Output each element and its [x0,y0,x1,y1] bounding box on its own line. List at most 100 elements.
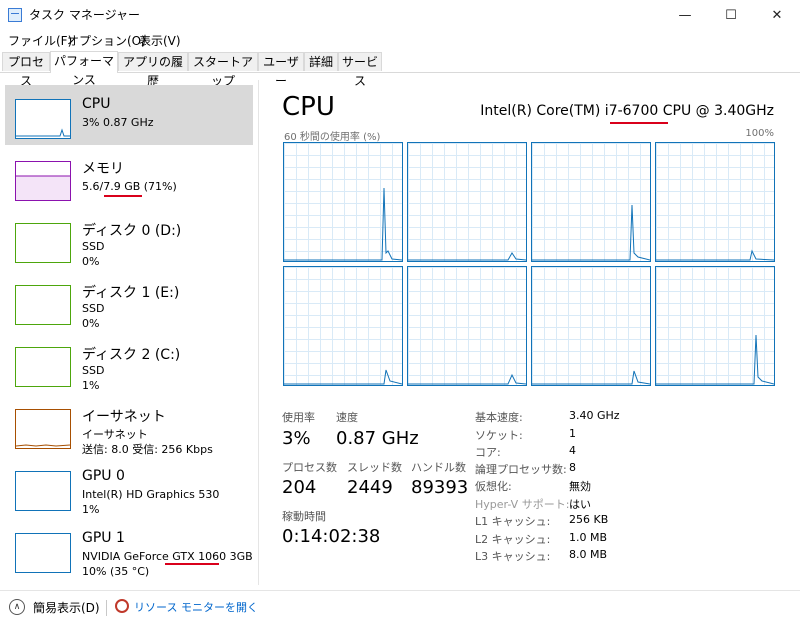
sidebar-item-detail: 3% 0.87 GHz [82,116,154,129]
cpu-usage-line [532,370,650,385]
sidebar-item-disk0[interactable]: ディスク 0 (D:) SSD 0% [5,209,253,269]
spec-cores-label: コア: [475,446,501,459]
menu-options[interactable]: オプション(O) [67,32,146,49]
tab-services[interactable]: サービス [338,52,382,88]
sidebar-item-detail-2: 0% [82,317,100,330]
sidebar-item-gpu0[interactable]: GPU 0 Intel(R) HD Graphics 530 1% [5,457,253,517]
spec-logical-processors-label: 論理プロセッサ数: [475,463,567,476]
close-button[interactable]: ✕ [754,0,800,30]
spec-l2-label: L2 キャッシュ: [475,533,551,546]
ethernet-mini-line [15,444,71,447]
cpu-graph-cell [407,142,527,262]
spec-l2-value: 1.0 MB [569,531,608,544]
menu-file[interactable]: ファイル(F) [8,32,72,49]
sidebar-item-detail-2: 1% [82,503,100,516]
tab-processes[interactable]: プロセス [2,52,50,88]
sidebar-item-disk2[interactable]: ディスク 2 (C:) SSD 1% [5,333,253,393]
chevron-up-icon[interactable]: ∧ [9,599,25,615]
sidebar-item-detail: SSD [82,240,105,253]
usage-label: 使用率 [282,411,315,424]
spec-l3-label: L3 キャッシュ: [475,550,551,563]
cpu-usage-line [532,204,650,261]
spec-cores-value: 4 [569,444,576,457]
maximize-button[interactable]: ☐ [708,0,754,30]
cpu-usage-line [408,252,526,261]
speed-value: 0.87 GHz [336,428,419,449]
process-count-value: 204 [282,477,317,498]
logical-processor-graphs [283,142,776,390]
handle-count-label: ハンドル数 [411,461,466,474]
memory-mini-graph [15,161,71,201]
cpu-mini-line [16,128,70,137]
minimize-button[interactable]: — [662,0,708,30]
cpu-usage-line [656,334,774,385]
tab-performance[interactable]: パフォーマンス [50,51,118,87]
cpu-graph-cell [283,266,403,386]
tab-startup[interactable]: スタートアップ [188,52,258,88]
speed-label: 速度 [336,411,358,424]
sidebar-item-label: CPU [82,96,111,112]
sidebar-item-detail-2: 送信: 8.0 受信: 256 Kbps [82,443,213,456]
sidebar-item-detail: NVIDIA GeForce GTX 1060 3GB [82,550,253,563]
sidebar-item-memory[interactable]: メモリ 5.6/7.9 GB (71%) [5,147,253,207]
tab-users[interactable]: ユーザー [258,52,304,88]
sidebar-item-label: ディスク 0 (D:) [82,223,182,239]
disk-mini-graph [15,285,71,325]
task-manager-icon [8,8,22,22]
tab-details[interactable]: 詳細 [304,52,338,71]
sidebar-item-detail: イーサネット [82,428,148,441]
cpu-usage-line [408,373,526,385]
fewer-details-link[interactable]: 簡易表示(D) [33,599,100,616]
page-title: CPU [282,92,335,122]
spec-base-speed-value: 3.40 GHz [569,409,620,422]
footer-separator [106,600,107,616]
cpu-graph-cell [531,142,651,262]
sidebar-item-detail: Intel(R) HD Graphics 530 [82,488,220,501]
disk-mini-graph [15,347,71,387]
spec-l3-value: 8.0 MB [569,548,608,561]
sidebar-item-detail: 5.6/7.9 GB (71%) [82,180,177,193]
footer-bar: ∧ 簡易表示(D) リソース モニターを開く [0,590,800,631]
tab-bar: プロセス パフォーマンス アプリの履歴 スタートアップ ユーザー 詳細 サービス [0,51,800,88]
sidebar-item-label: メモリ [82,161,124,177]
sidebar-item-label: ディスク 1 (E:) [82,285,180,301]
usage-value: 3% [282,428,311,449]
cpu-usage-line [284,369,402,385]
sidebar-item-disk1[interactable]: ディスク 1 (E:) SSD 0% [5,271,253,331]
gpu-mini-graph [15,533,71,573]
cpu-graph-cell [283,142,403,262]
sidebar-item-gpu1[interactable]: GPU 1 NVIDIA GeForce GTX 1060 3GB 10% (3… [5,519,253,579]
sidebar-item-cpu[interactable]: CPU 3% 0.87 GHz [5,85,253,145]
sidebar-item-ethernet[interactable]: イーサネット イーサネット 送信: 8.0 受信: 256 Kbps [5,395,253,456]
ethernet-mini-graph [15,409,71,449]
cpu-graph-cell [655,266,775,386]
tab-app-history[interactable]: アプリの履歴 [118,52,188,88]
spec-sockets-value: 1 [569,427,576,440]
cpu-graph-cell [531,266,651,386]
spec-logical-processors-value: 8 [569,461,576,474]
resource-monitor-icon[interactable] [115,599,129,613]
sidebar-item-label: GPU 1 [82,530,125,546]
red-underline [610,122,668,124]
thread-count-value: 2449 [347,477,393,498]
menu-view[interactable]: 表示(V) [139,32,181,49]
cpu-model-name: Intel(R) Core(TM) i7-6700 CPU @ 3.40GHz [480,103,774,119]
open-resource-monitor-link[interactable]: リソース モニターを開く [134,599,258,615]
spec-virtualization-label: 仮想化: [475,480,512,493]
sidebar-item-label: GPU 0 [82,468,125,484]
spec-virtualization-value: 無効 [569,480,591,493]
window-title: タスク マネージャー [29,8,140,22]
sidebar-item-detail: SSD [82,302,105,315]
cpu-usage-line [284,187,402,261]
menu-bar: ファイル(F) オプション(O) 表示(V) [0,30,800,50]
handle-count-value: 89393 [411,477,469,498]
sidebar-item-label: ディスク 2 (C:) [82,347,181,363]
red-underline [165,563,219,565]
resource-sidebar: CPU 3% 0.87 GHz メモリ 5.6/7.9 GB (71%) ディス… [0,80,258,585]
title-bar: タスク マネージャー — ☐ ✕ [0,0,800,30]
sidebar-item-detail-2: 0% [82,255,100,268]
sidebar-divider [258,80,259,585]
graph-max-label: 100% [745,128,774,139]
red-underline [104,195,142,197]
spec-hyperv-value: はい [569,498,591,511]
